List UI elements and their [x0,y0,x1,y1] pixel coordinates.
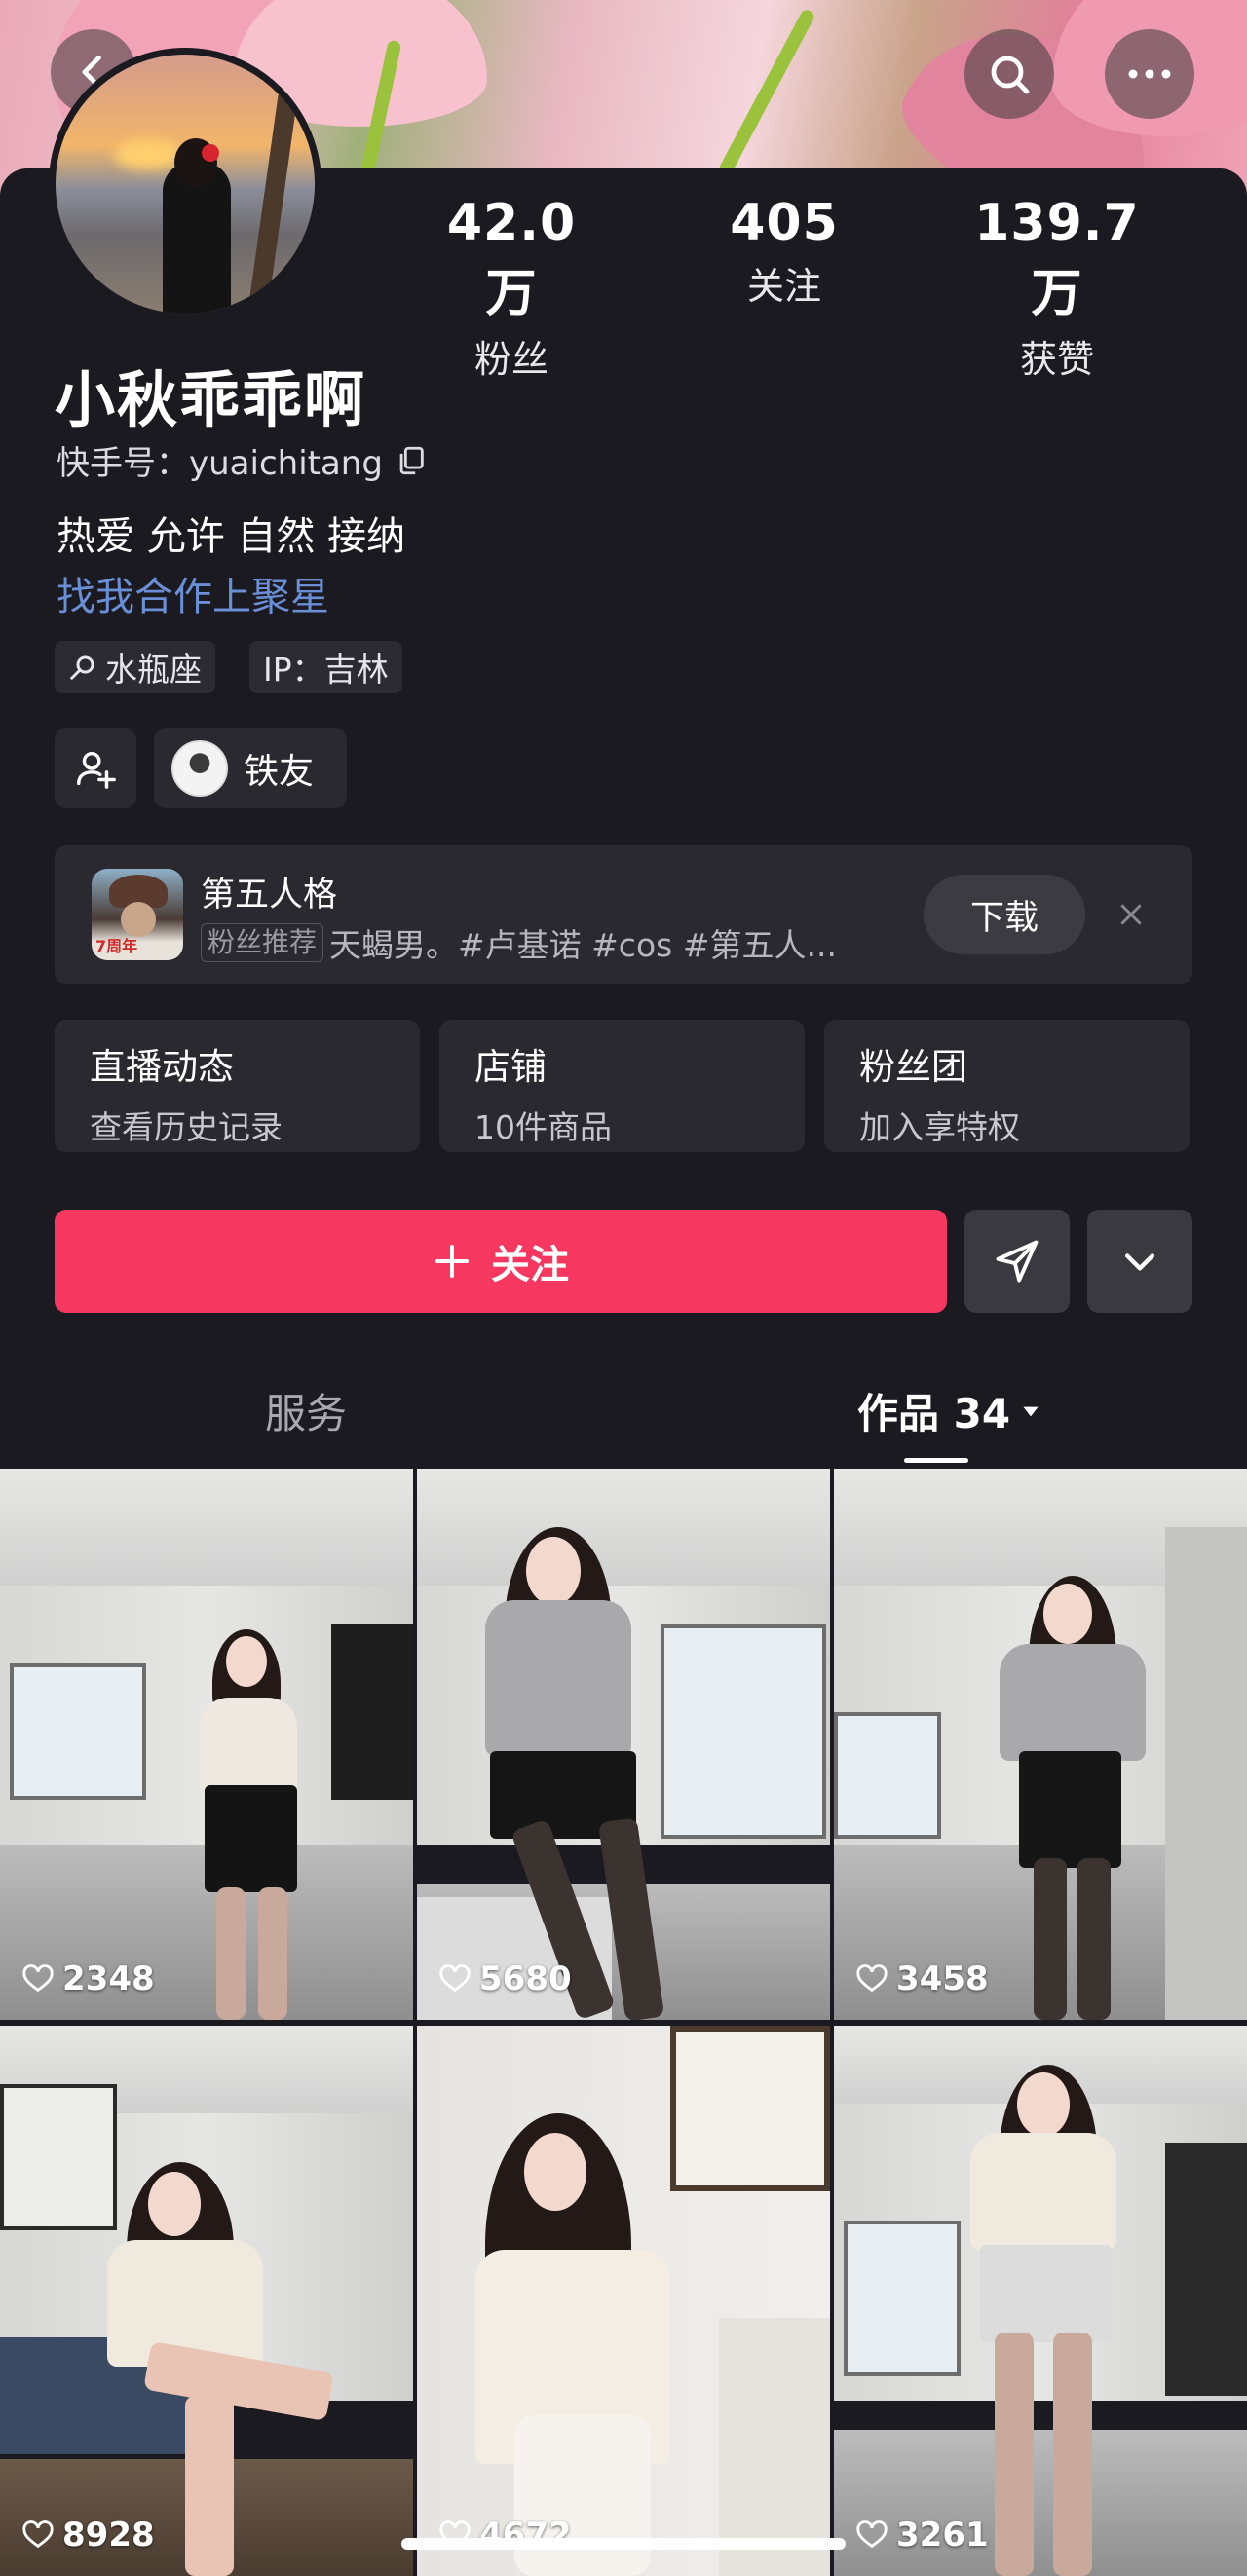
tag-zodiac-label: 水瓶座 [105,651,202,689]
stat-following-value: 405 [730,194,839,252]
video-likes: 3458 [855,1960,989,1998]
stat-fans[interactable]: 42.0万 粉丝 [429,194,594,383]
tag-zodiac: 水瓶座 [55,641,215,693]
video-thumb[interactable]: 8928 [0,2026,413,2576]
close-icon [1120,904,1142,925]
expand-button[interactable] [1087,1210,1192,1313]
profile-bio: 热爱 允许 自然 接纳 [57,514,406,559]
tile-fanclub[interactable]: 粉丝团 加入享特权 [824,1020,1190,1152]
cooperation-link[interactable]: 找我合作上聚星 [57,565,329,621]
plus-icon [435,1245,469,1278]
banner-stem [717,7,816,178]
aquarius-icon [70,655,94,680]
video-thumb[interactable]: 4672 [417,2026,830,2576]
caret-down-icon [1023,1406,1039,1416]
video-thumb[interactable]: 5680 [417,1469,830,2020]
tag-ip: IP：吉林 [249,641,402,693]
download-button[interactable]: 下载 [924,875,1085,954]
video-likes: 8928 [21,2516,155,2555]
more-dots-icon [1128,69,1171,79]
tile-live-sub: 查看历史记录 [90,1108,283,1146]
tab-works-label: 作品 34 [857,1390,1011,1437]
tab-services[interactable]: 服务 [265,1381,347,1440]
add-friend-button[interactable] [55,728,136,808]
stat-following-label: 关注 [746,265,821,308]
tile-live-title: 直播动态 [90,1046,234,1088]
game-app-icon: 7周年 [92,869,183,960]
video-likes: 2348 [21,1960,155,1998]
stat-likes-label: 获赞 [1019,338,1094,381]
follow-button[interactable]: 关注 [55,1210,947,1313]
heart-icon [439,1964,471,1993]
tile-fanclub-title: 粉丝团 [859,1046,967,1088]
video-likes-count: 8928 [62,2516,155,2555]
game-ad-card[interactable]: 7周年 第五人格 粉丝推荐 天蝎男。#卢基诺 #cos #第五人... 下载 [55,845,1192,984]
kuaishou-id-row: 快手号：yuaichitang [57,436,428,484]
video-likes-count: 5680 [479,1960,572,1998]
tile-shop-title: 店铺 [474,1046,547,1088]
tile-shop[interactable]: 店铺 10件商品 [439,1020,805,1152]
tile-fanclub-sub: 加入享特权 [859,1108,1020,1146]
avatar[interactable] [49,48,321,320]
tab-underline [904,1458,968,1463]
friend-label: 铁友 [244,752,315,792]
close-ad-button[interactable] [1107,890,1155,939]
kuaishou-id: 快手号：yuaichitang [57,444,383,483]
home-indicator[interactable] [401,2538,846,2550]
chevron-down-icon [1124,1253,1155,1271]
video-likes-count: 3458 [896,1960,989,1998]
video-thumb[interactable]: 3261 [834,2026,1247,2576]
video-thumb[interactable]: 2348 [0,1469,413,2020]
search-icon [991,56,1030,94]
copy-icon[interactable] [395,444,428,477]
tile-shop-sub: 10件商品 [474,1108,612,1146]
friend-avatar [171,740,228,797]
video-likes: 5680 [438,1960,572,1998]
video-likes-count: 2348 [62,1960,155,1998]
fan-recommend-chip: 粉丝推荐 [201,923,324,962]
video-likes: 3261 [855,2516,989,2555]
send-icon [996,1240,1039,1283]
tag-ip-label: IP：吉林 [263,651,389,689]
search-button[interactable] [964,29,1054,119]
heart-icon [22,2520,54,2549]
add-user-icon [77,751,116,789]
follow-label: 关注 [491,1243,569,1288]
heart-icon [856,2520,888,2549]
game-desc-row: 粉丝推荐 天蝎男。#卢基诺 #cos #第五人... [201,919,837,966]
stat-fans-value: 42.0万 [446,194,577,323]
game-desc: 天蝎男。#卢基诺 #cos #第五人... [329,926,837,964]
share-button[interactable] [964,1210,1070,1313]
video-likes-count: 3261 [896,2516,989,2555]
heart-icon [856,1964,888,1993]
stat-likes[interactable]: 139.7万 获赞 [955,194,1159,383]
tile-live[interactable]: 直播动态 查看历史记录 [55,1020,420,1152]
heart-icon [22,1964,54,1993]
game-title: 第五人格 [201,876,338,915]
video-thumb[interactable]: 3458 [834,1469,1247,2020]
more-button[interactable] [1105,29,1194,119]
stat-likes-value: 139.7万 [974,194,1140,323]
profile-name: 小秋乖乖啊 [55,364,367,435]
tab-works[interactable]: 作品 34 [857,1381,1043,1440]
friend-chip[interactable]: 铁友 [154,728,347,808]
game-badge: 7周年 [95,937,138,955]
stat-following[interactable]: 405 关注 [721,194,848,310]
stat-fans-label: 粉丝 [473,338,548,381]
